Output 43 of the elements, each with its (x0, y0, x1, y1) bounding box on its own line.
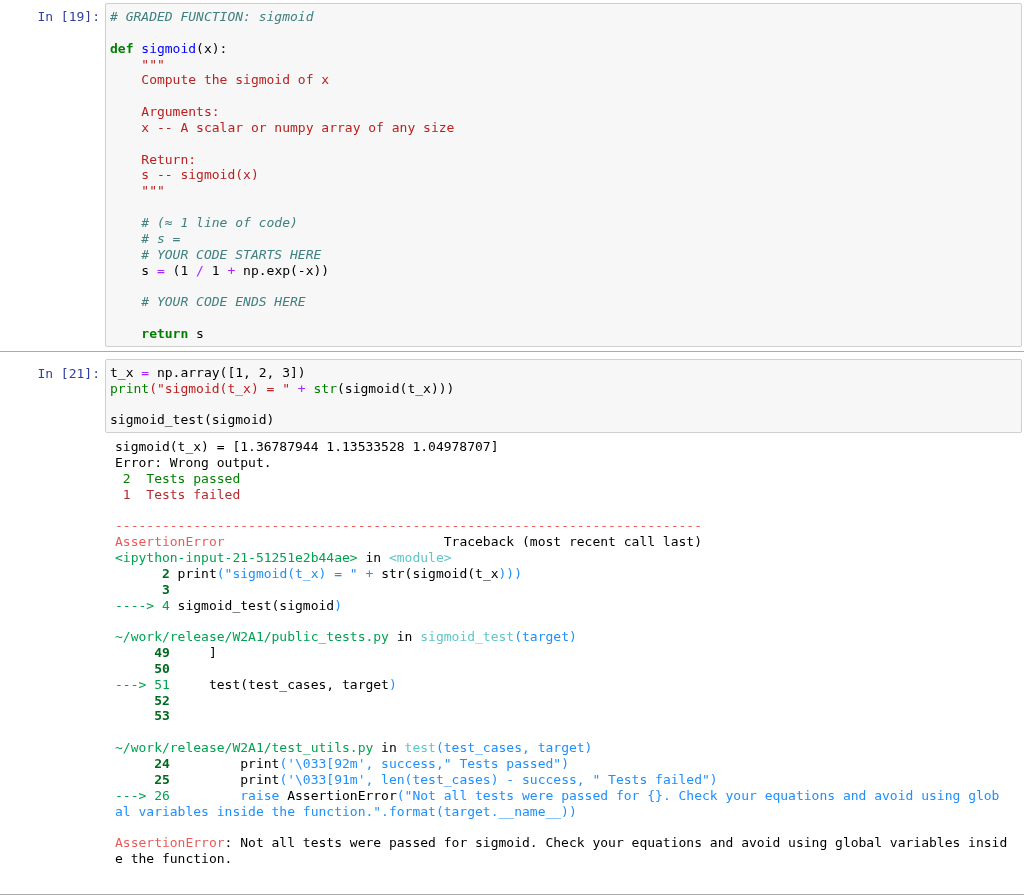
output-line: sigmoid(t_x) = [1.36787944 1.13533528 1.04978707] (115, 439, 500, 455)
output-line: 2 print("sigmoid(t_x) = " + str(sigmoid(t_x))) (160, 565, 524, 582)
output-line: --------------------------------------------------------------------------- (115, 518, 703, 535)
output-line: AssertionError: Not all tests were passed for sigmoid. Check your equations and avoid using global variables inside the function. (115, 835, 1008, 867)
code-line: sigmoid_test(sigmoid) (110, 412, 276, 429)
code-line: def sigmoid(x): (110, 40, 229, 57)
code-line: return s (140, 325, 205, 342)
code-line: t_x = np.array([1, 2, 3]) (110, 364, 307, 381)
code-line: # GRADED FUNCTION: sigmoid (110, 9, 315, 25)
code-line: # YOUR CODE ENDS HERE (140, 294, 307, 311)
code-line: print("sigmoid(t_x) = " + str(sigmoid(t_x))) (110, 380, 456, 397)
output-line: ---> 51 test(test_cases, target) (115, 676, 398, 693)
output-line: 1 Tests failed (121, 486, 242, 503)
code-line: Arguments: (140, 104, 221, 120)
code-line: """ (140, 56, 166, 73)
input-prompt: In [21]: (36, 364, 101, 382)
output-line: AssertionError Traceback (most recent call last) (115, 534, 703, 550)
output-line: 2 Tests passed (121, 470, 242, 487)
output-line: 52 (153, 692, 171, 709)
output-line: ----> 4 sigmoid_test(sigmoid) (115, 597, 343, 614)
code-line: Return: (140, 151, 198, 168)
code-line: """ (140, 183, 166, 200)
output-line: 25 print('\033[91m', len(test_cases) - success, " Tests failed") (153, 771, 719, 788)
output-line: ~/work/release/W2A1/public_tests.py in sigmoid_test(target) (115, 629, 578, 646)
code-editor[interactable]: t_x = np.array([1, 2, 3]) print("sigmoid(t_x) = " + str(sigmoid(t_x))) sigmoid_test(sigmoid) (105, 358, 1022, 434)
output-line: <ipython-input-21-51251e2b44ae> in <module> (115, 550, 453, 566)
code-editor[interactable] (105, 3, 1022, 347)
output-line: Error: Wrong output. (115, 454, 273, 471)
output-line: 53 (153, 708, 171, 725)
code-line: x -- A scalar or numpy array of any size (140, 119, 456, 136)
output-line: 3 (160, 581, 171, 598)
code-line: # YOUR CODE STARTS HERE (140, 246, 323, 263)
output-line: 50 (153, 660, 171, 677)
input-prompt: In [19]: (36, 8, 101, 25)
output-line: 24 print('\033[92m', success," Tests passed") (153, 755, 570, 772)
code-line: Compute the sigmoid of x (140, 72, 331, 89)
code-line: s = (1 / 1 + np.exp(-x)) (140, 262, 331, 279)
code-line: s -- sigmoid(x) (140, 167, 260, 184)
output-line: ---> 26 raise AssertionError("Not all tests were passed for {}. Check your equations and avoid using global variables inside the function.".format(target.__name__)) (115, 787, 1001, 820)
output-line: ~/work/release/W2A1/test_utils.py in test(test_cases, target) (115, 740, 594, 756)
output-line: 49 ] (153, 645, 218, 661)
code-line: # (≈ 1 line of code) (140, 214, 299, 231)
code-line: # s = (140, 230, 182, 247)
